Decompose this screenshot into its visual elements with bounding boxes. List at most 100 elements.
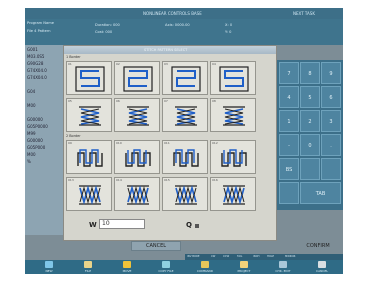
tile-number: 07 (164, 99, 168, 103)
pattern-tile[interactable]: 011 (162, 140, 208, 174)
dialog-title: STITCH PATTERN SELECT (144, 48, 188, 52)
pattern-tile[interactable]: 02 (114, 61, 160, 95)
key-0[interactable]: 0 (300, 134, 320, 156)
toolbar-project-button[interactable]: PROJECT (226, 260, 262, 274)
w-input[interactable]: 10 (99, 219, 145, 229)
key-1[interactable]: 1 (279, 110, 299, 132)
tile-number: 011 (164, 141, 170, 145)
list-line: G04 (27, 89, 36, 94)
tile-number: 05 (68, 99, 72, 103)
key-backspace[interactable]: BS (279, 158, 299, 180)
pattern-zigzag-icon (127, 106, 149, 126)
pattern-wave-icon (77, 149, 103, 167)
toolbar-label: FILE (84, 269, 92, 273)
key-blank[interactable] (279, 182, 299, 204)
key-minus[interactable]: - (279, 134, 299, 156)
cancel-button[interactable]: CANCEL (131, 241, 181, 251)
list-line: M00 (27, 152, 36, 157)
pattern-zigzag-icon (79, 106, 101, 126)
w-label: W (89, 221, 97, 229)
machine-screen: NONLINEAR CONTROLS BASE NEXT TASK Progra… (25, 8, 343, 274)
key-3[interactable]: 3 (321, 110, 341, 132)
key-5[interactable]: 5 (300, 86, 320, 108)
monitor-icon (45, 261, 53, 268)
pattern-tile[interactable]: 06 (114, 98, 160, 132)
toolbar-label: MOVE (122, 269, 132, 273)
section-label: 1 Border (66, 55, 81, 59)
key-6[interactable]: 6 (321, 86, 341, 108)
pattern-wave-icon (173, 149, 199, 167)
tile-number: 02 (116, 62, 120, 66)
y-readout: Y: 0 (225, 30, 232, 34)
pattern-tile[interactable]: 015 (162, 177, 208, 211)
pattern-tile[interactable]: 07 (162, 98, 208, 132)
toolbar-new-button[interactable]: NEW (31, 260, 67, 274)
toolbar-label: CANCEL (315, 269, 329, 273)
toolbar-label: PROJECT (237, 269, 251, 273)
toolbar-label: COMMAND (196, 269, 214, 273)
q-indicator[interactable] (195, 224, 199, 228)
pattern-tile[interactable]: 013 (66, 177, 112, 211)
project-icon (240, 261, 248, 268)
tile-number: 013 (68, 178, 74, 182)
program-info-panel: Program Name File 4 Pattern Duration: 00… (25, 19, 343, 45)
pattern-tile[interactable]: 01 (66, 61, 112, 95)
toolbar-chk-edit-button[interactable]: CHK. EDIT (265, 260, 301, 274)
tile-number: 012 (212, 141, 218, 145)
pattern-tile[interactable]: 08 (210, 98, 256, 132)
move-icon (123, 261, 131, 268)
pattern-tile[interactable]: 012 (210, 140, 256, 174)
pattern-tile[interactable]: 04 (210, 61, 256, 95)
list-line: % (27, 159, 31, 164)
toolbar-label: COPY FILE (158, 269, 174, 273)
pattern-tile[interactable]: 09 (66, 140, 112, 174)
numeric-keypad: 7 8 9 4 5 6 1 2 3 - 0 . BS TAB (277, 60, 343, 210)
program-listing[interactable]: G001 M03.0S5 G90G28 G74X04.0 G74X04.0 G0… (25, 45, 65, 235)
toolbar-cancel-button[interactable]: CANCEL (304, 260, 340, 274)
pattern-tile[interactable]: 014 (114, 177, 160, 211)
x-readout: X: 0 (225, 23, 233, 27)
bottom-toolbar: NEW FILE MOVE COPY FILE COMMAND PROJECT … (25, 260, 343, 274)
key-tab[interactable]: TAB (300, 182, 341, 204)
pattern-z-icon (171, 66, 201, 92)
key-9[interactable]: 9 (321, 62, 341, 84)
command-icon (201, 261, 209, 268)
pattern-tile[interactable]: 03 (162, 61, 208, 95)
key-8[interactable]: 8 (300, 62, 320, 84)
toolbar-command-button[interactable]: COMMAND (187, 260, 223, 274)
list-line: G001 (27, 47, 38, 52)
confirm-button[interactable]: CONFIRM (293, 241, 343, 251)
toolbar-move-button[interactable]: MOVE (109, 260, 145, 274)
key-7[interactable]: 7 (279, 62, 299, 84)
cost-label: Cost: 000 (95, 30, 113, 34)
tile-number: 010 (116, 141, 122, 145)
key-blank[interactable] (321, 158, 341, 180)
pattern-cross-zigzag-icon (223, 185, 245, 205)
toolbar-label: NEW (45, 269, 53, 273)
edit-icon (279, 261, 287, 268)
key-dot[interactable]: . (321, 134, 341, 156)
toolbar-copy-file-button[interactable]: COPY FILE (148, 260, 184, 274)
program-name: Program Name (27, 21, 54, 25)
pattern-z-icon (123, 66, 153, 92)
pattern-tile[interactable]: 010 (114, 140, 160, 174)
tile-number: 03 (164, 62, 168, 66)
pattern-s-icon (75, 66, 105, 92)
key-blank[interactable] (300, 158, 320, 180)
pattern-tile[interactable]: 016 (210, 177, 256, 211)
pattern-cross-zigzag-icon (127, 185, 149, 205)
pattern-select-dialog: STITCH PATTERN SELECT 1 Border 01 02 03 … (63, 45, 277, 241)
pattern-tile[interactable]: 05 (66, 98, 112, 132)
tile-number: 04 (212, 62, 216, 66)
folder-icon (84, 261, 92, 268)
tile-number: 06 (116, 99, 120, 103)
list-line: G74X04.0 (27, 68, 47, 73)
axis-label: Axis: 0000.00 (165, 23, 190, 27)
list-line: M00 (27, 103, 36, 108)
key-2[interactable]: 2 (300, 110, 320, 132)
cancel-icon (318, 261, 326, 268)
tile-number: 01 (68, 62, 72, 66)
tile-number: 014 (116, 178, 122, 182)
key-4[interactable]: 4 (279, 86, 299, 108)
toolbar-file-button[interactable]: FILE (70, 260, 106, 274)
